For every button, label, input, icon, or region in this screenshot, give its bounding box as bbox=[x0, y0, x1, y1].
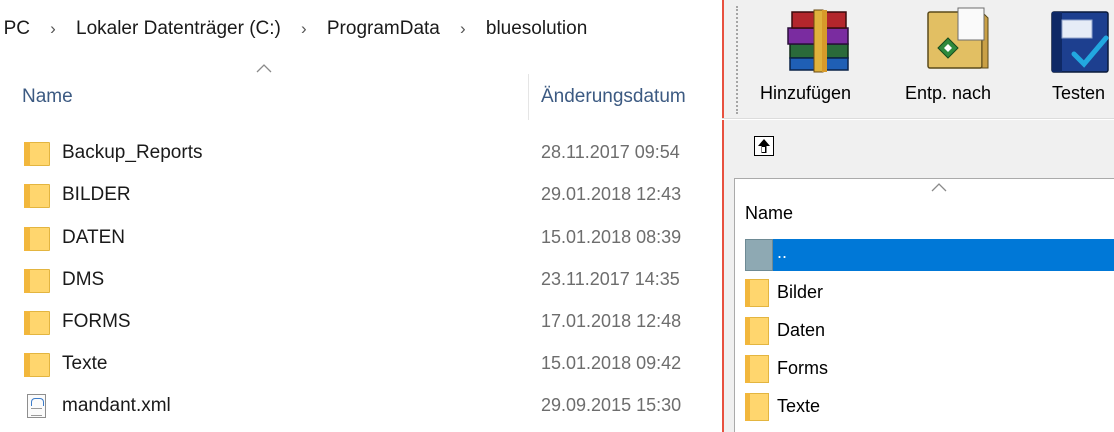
file-name: Backup_Reports bbox=[62, 142, 203, 163]
folder-icon bbox=[745, 279, 769, 307]
toolbar-grip[interactable] bbox=[736, 6, 739, 114]
breadcrumb-this-pc[interactable]: r PC bbox=[0, 18, 30, 40]
list-item-label: Daten bbox=[777, 320, 826, 340]
list-item-bilder[interactable]: Bilder bbox=[735, 275, 1114, 311]
file-name: DMS bbox=[62, 269, 105, 290]
file-date: 17.01.2018 12:48 bbox=[541, 311, 682, 331]
parent-folder-icon bbox=[745, 239, 773, 271]
column-header-name[interactable]: Name bbox=[745, 203, 793, 224]
file-row-daten[interactable]: DATEN 15.01.2018 08:39 bbox=[0, 219, 722, 259]
file-date: 28.11.2017 09:54 bbox=[541, 142, 680, 162]
archive-books-icon bbox=[787, 9, 849, 73]
toolbar-separator bbox=[722, 118, 1114, 120]
list-item-label: .. bbox=[777, 242, 788, 262]
breadcrumb: r PC › Lokaler Datenträger (C:) › Progra… bbox=[0, 0, 722, 58]
folder-icon bbox=[24, 353, 50, 377]
column-divider[interactable] bbox=[528, 74, 529, 120]
sort-ascending-icon bbox=[256, 64, 272, 73]
list-item-parent[interactable]: .. bbox=[735, 239, 1114, 275]
up-arrow-icon bbox=[758, 139, 770, 153]
xml-file-icon bbox=[24, 394, 50, 419]
file-date: 15.01.2018 08:39 bbox=[541, 227, 682, 247]
extract-folder-icon bbox=[927, 7, 989, 69]
file-row-mandant-xml[interactable]: mandant.xml 29.09.2015 15:30 bbox=[0, 387, 722, 427]
breadcrumb-bluesolution[interactable]: bluesolution bbox=[486, 18, 587, 40]
test-book-icon bbox=[1051, 11, 1109, 73]
chevron-right-icon[interactable]: › bbox=[30, 19, 76, 39]
breadcrumb-programdata[interactable]: ProgramData bbox=[327, 18, 440, 40]
file-name: mandant.xml bbox=[62, 395, 171, 416]
file-date: 29.01.2018 12:43 bbox=[541, 184, 682, 204]
file-name: Texte bbox=[62, 353, 108, 374]
list-item-label: Forms bbox=[777, 358, 828, 378]
file-name: FORMS bbox=[62, 311, 131, 332]
file-date: 23.11.2017 14:35 bbox=[541, 269, 680, 289]
file-row-bilder[interactable]: BILDER 29.01.2018 12:43 bbox=[0, 176, 722, 216]
folder-icon bbox=[745, 317, 769, 345]
list-item-forms[interactable]: Forms bbox=[735, 351, 1114, 387]
folder-icon bbox=[24, 227, 50, 251]
list-item-daten[interactable]: Daten bbox=[735, 313, 1114, 349]
window-border bbox=[722, 0, 724, 432]
folder-icon bbox=[745, 393, 769, 421]
add-button[interactable]: Hinzufügen bbox=[758, 0, 888, 118]
list-item-label: Bilder bbox=[777, 282, 824, 302]
file-explorer-window: r PC › Lokaler Datenträger (C:) › Progra… bbox=[0, 0, 722, 432]
test-button-label: Testen bbox=[1052, 83, 1106, 103]
folder-icon bbox=[24, 142, 50, 166]
extract-to-button[interactable]: Entp. nach bbox=[902, 0, 1012, 118]
file-row-backup-reports[interactable]: Backup_Reports 28.11.2017 09:54 bbox=[0, 134, 722, 174]
chevron-right-icon[interactable]: › bbox=[281, 19, 327, 39]
folder-icon bbox=[24, 311, 50, 335]
toolbar: Hinzufügen Entp. nach Testen bbox=[730, 0, 1114, 118]
file-row-forms[interactable]: FORMS 17.01.2018 12:48 bbox=[0, 303, 722, 343]
extract-to-button-label: Entp. nach bbox=[905, 83, 992, 103]
archive-file-list[interactable]: Name .. Bilder Daten Forms Texte bbox=[734, 178, 1114, 432]
column-header-name[interactable]: Name bbox=[22, 86, 73, 108]
folder-icon bbox=[24, 184, 50, 208]
file-name: DATEN bbox=[62, 227, 125, 248]
selection-highlight bbox=[771, 239, 1114, 271]
breadcrumb-local-disk[interactable]: Lokaler Datenträger (C:) bbox=[76, 18, 281, 40]
file-row-texte[interactable]: Texte 15.01.2018 09:42 bbox=[0, 345, 722, 385]
test-button[interactable]: Testen bbox=[1030, 0, 1114, 118]
add-button-label: Hinzufügen bbox=[760, 83, 852, 103]
chevron-right-icon[interactable]: › bbox=[440, 19, 486, 39]
file-name: BILDER bbox=[62, 184, 131, 205]
column-header-date[interactable]: Änderungsdatum bbox=[541, 86, 686, 108]
folder-icon bbox=[745, 355, 769, 383]
sort-ascending-icon bbox=[931, 183, 947, 192]
winrar-window: Hinzufügen Entp. nach Testen Name .. Bil… bbox=[722, 0, 1114, 432]
file-row-dms[interactable]: DMS 23.11.2017 14:35 bbox=[0, 261, 722, 301]
file-date: 29.09.2015 15:30 bbox=[541, 395, 682, 415]
folder-icon bbox=[24, 269, 50, 293]
file-date: 15.01.2018 09:42 bbox=[541, 353, 682, 373]
list-item-label: Texte bbox=[777, 396, 821, 416]
up-folder-button[interactable] bbox=[754, 136, 774, 156]
list-item-texte[interactable]: Texte bbox=[735, 389, 1114, 425]
